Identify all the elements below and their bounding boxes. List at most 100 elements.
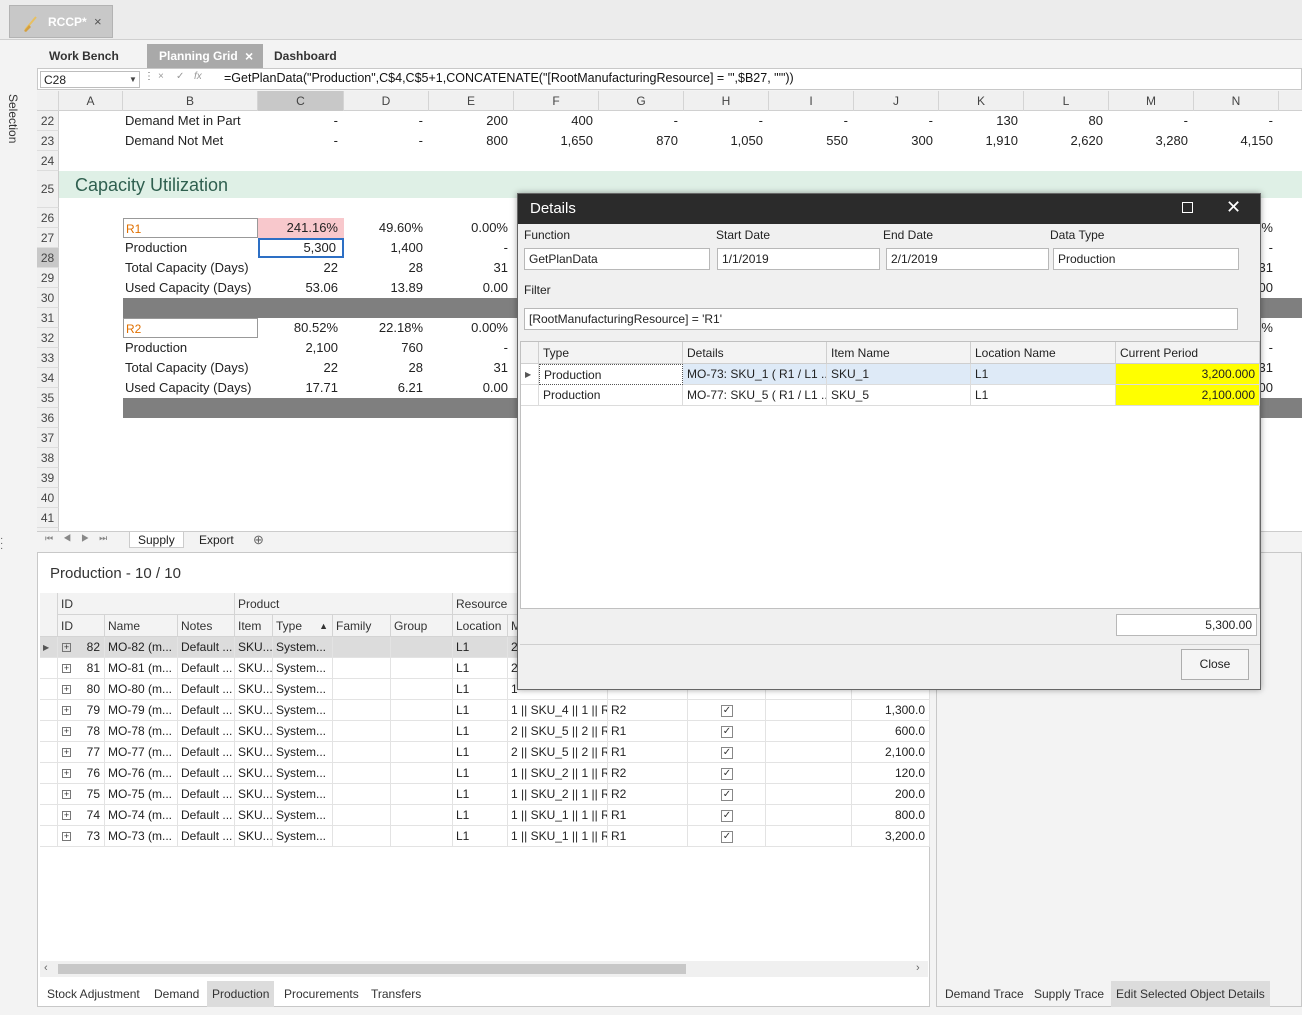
close-icon[interactable]: × bbox=[94, 14, 102, 29]
column-header-l[interactable]: L bbox=[1024, 91, 1109, 111]
cell[interactable]: 0.00 bbox=[429, 378, 514, 398]
checkbox-checked-icon[interactable]: ✓ bbox=[721, 746, 733, 759]
grid-cell[interactable]: MO-78 (m... bbox=[105, 721, 178, 742]
expand-row-icon[interactable]: + bbox=[62, 727, 71, 736]
grid-cell[interactable]: SKU... bbox=[235, 721, 273, 742]
cell[interactable]: 550 bbox=[769, 131, 854, 151]
filter-field[interactable]: [RootManufacturingResource] = 'R1' bbox=[524, 308, 1238, 330]
checkbox-checked-icon[interactable]: ✓ bbox=[721, 704, 733, 717]
grid-cell[interactable]: L1 bbox=[453, 784, 508, 805]
horizontal-scrollbar[interactable]: ‹ › bbox=[40, 961, 928, 977]
grid-cell[interactable]: MO-73: SKU_1 ( R1 / L1 ... bbox=[683, 364, 827, 385]
grid-cell-period[interactable]: 3,200.000 bbox=[1116, 364, 1260, 385]
expand-row-icon[interactable]: + bbox=[62, 643, 71, 652]
grid-cell[interactable]: SKU... bbox=[235, 742, 273, 763]
grid-cell[interactable]: SKU_1 bbox=[827, 364, 971, 385]
cell[interactable]: 49.60% bbox=[344, 218, 429, 238]
grid-cell[interactable] bbox=[391, 784, 453, 805]
cell[interactable]: 22 bbox=[258, 358, 344, 378]
grid-cell[interactable]: R2 bbox=[608, 763, 688, 784]
grid-cell[interactable]: L1 bbox=[453, 805, 508, 826]
dialog-titlebar[interactable]: Details ✕ bbox=[518, 194, 1260, 224]
grid-cell[interactable]: System... bbox=[273, 805, 333, 826]
row-header[interactable]: 25 bbox=[37, 171, 59, 208]
grid-cell[interactable] bbox=[391, 700, 453, 721]
row-header[interactable]: 41 bbox=[37, 508, 59, 528]
grid-cell[interactable] bbox=[766, 700, 852, 721]
row-id-cell[interactable]: +82 bbox=[58, 637, 105, 658]
start-date-field[interactable]: 1/1/2019 bbox=[717, 248, 880, 270]
grid-cell[interactable]: R2 bbox=[608, 784, 688, 805]
grid-cell[interactable]: MO-79 (m... bbox=[105, 700, 178, 721]
cell[interactable]: 2,100 bbox=[258, 338, 344, 358]
grid-cell[interactable]: L1 bbox=[971, 364, 1116, 385]
row-label[interactable]: Total Capacity (Days) bbox=[125, 258, 258, 278]
checkbox-checked-icon[interactable]: ✓ bbox=[721, 767, 733, 780]
grid-cell[interactable] bbox=[766, 805, 852, 826]
cell[interactable]: - bbox=[429, 338, 514, 358]
selected-cell-c28[interactable]: 5,300 bbox=[258, 238, 344, 258]
scroll-left-icon[interactable]: ‹ bbox=[44, 962, 48, 974]
tab-production[interactable]: Production bbox=[207, 981, 275, 1007]
grid-cell[interactable] bbox=[333, 658, 391, 679]
col-header-group[interactable]: Group bbox=[391, 615, 453, 637]
row-id-cell[interactable]: +79 bbox=[58, 700, 105, 721]
grid-cell-period[interactable]: 2,100.000 bbox=[1116, 385, 1260, 406]
grid-cell[interactable]: 600.0 bbox=[852, 721, 930, 742]
grid-cell[interactable]: 800.0 bbox=[852, 805, 930, 826]
grid-cell[interactable]: Default ... bbox=[178, 805, 235, 826]
cell[interactable]: 1,400 bbox=[344, 238, 429, 258]
grid-cell[interactable]: System... bbox=[273, 784, 333, 805]
complete-checkbox[interactable]: ✓ bbox=[688, 742, 766, 763]
expand-row-icon[interactable]: + bbox=[62, 685, 71, 694]
grid-cell[interactable] bbox=[766, 784, 852, 805]
grid-cell[interactable] bbox=[333, 763, 391, 784]
col-header-location-name[interactable]: Location Name bbox=[971, 342, 1116, 364]
complete-checkbox[interactable]: ✓ bbox=[688, 784, 766, 805]
cell[interactable]: 130 bbox=[939, 111, 1024, 131]
cell[interactable]: 2,620 bbox=[1024, 131, 1109, 151]
grid-cell[interactable]: System... bbox=[273, 700, 333, 721]
grid-cell[interactable]: 1,300.0 bbox=[852, 700, 930, 721]
grid-cell[interactable]: SKU... bbox=[235, 658, 273, 679]
grid-cell[interactable]: SKU... bbox=[235, 784, 273, 805]
row-id-cell[interactable]: +74 bbox=[58, 805, 105, 826]
grid-cell[interactable]: MO-82 (m... bbox=[105, 637, 178, 658]
cancel-icon[interactable]: × bbox=[158, 71, 164, 82]
cell[interactable]: 6.21 bbox=[344, 378, 429, 398]
row-id-cell[interactable]: +77 bbox=[58, 742, 105, 763]
grid-cell[interactable]: System... bbox=[273, 637, 333, 658]
grid-cell[interactable]: MO-80 (m... bbox=[105, 679, 178, 700]
close-icon[interactable]: ✕ bbox=[1226, 197, 1241, 218]
grid-cell[interactable]: 1 || SKU_2 || 1 || R2 bbox=[508, 763, 608, 784]
tab-dashboard[interactable]: Dashboard bbox=[262, 44, 362, 68]
cell[interactable]: 4,150 bbox=[1194, 131, 1279, 151]
row-header[interactable]: 29 bbox=[37, 268, 59, 288]
row-id-cell[interactable]: +78 bbox=[58, 721, 105, 742]
grid-cell[interactable] bbox=[333, 826, 391, 847]
grid-cell[interactable]: MO-81 (m... bbox=[105, 658, 178, 679]
details-grid[interactable]: Type Details Item Name Location Name Cur… bbox=[520, 341, 1260, 609]
expand-row-icon[interactable]: + bbox=[62, 748, 71, 757]
tab-stock-adjustment[interactable]: Stock Adjustment bbox=[42, 981, 145, 1007]
row-header[interactable]: 34 bbox=[37, 368, 59, 388]
sheet-tab-supply[interactable]: Supply bbox=[129, 532, 184, 548]
column-header-d[interactable]: D bbox=[344, 91, 429, 111]
function-icon[interactable]: fx bbox=[194, 71, 202, 82]
cell[interactable]: - bbox=[344, 111, 429, 131]
grid-cell[interactable] bbox=[391, 658, 453, 679]
grid-cell[interactable]: Default ... bbox=[178, 721, 235, 742]
cell[interactable]: 0.00% bbox=[429, 218, 514, 238]
grid-cell[interactable]: SKU_5 bbox=[827, 385, 971, 406]
document-tab-rccp[interactable]: RCCP* × bbox=[9, 5, 113, 38]
grid-cell[interactable]: Default ... bbox=[178, 637, 235, 658]
row-header[interactable]: 22 bbox=[37, 111, 59, 131]
grid-cell[interactable]: MO-75 (m... bbox=[105, 784, 178, 805]
cell[interactable]: - bbox=[1109, 111, 1194, 131]
tab-demand-trace[interactable]: Demand Trace bbox=[940, 981, 1029, 1007]
row-header[interactable]: 32 bbox=[37, 328, 59, 348]
col-header-name[interactable]: Name bbox=[105, 615, 178, 637]
cell[interactable]: - bbox=[599, 111, 684, 131]
expand-row-icon[interactable]: + bbox=[62, 664, 71, 673]
complete-checkbox[interactable]: ✓ bbox=[688, 826, 766, 847]
